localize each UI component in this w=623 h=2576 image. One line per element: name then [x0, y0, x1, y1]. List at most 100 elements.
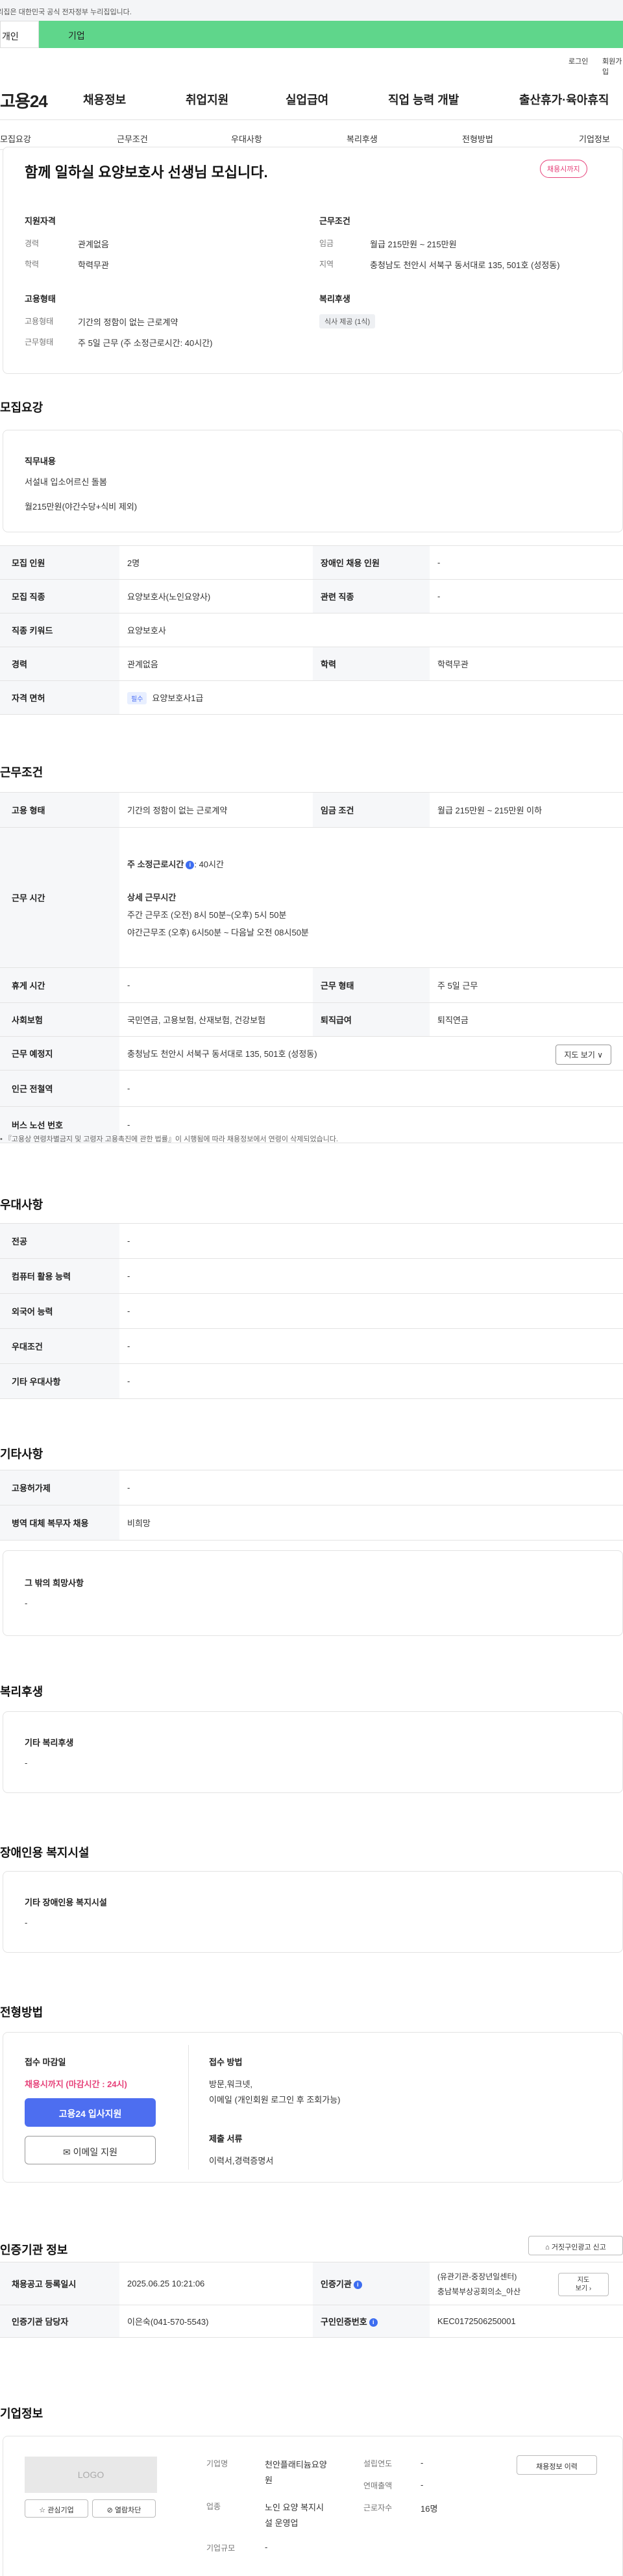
gov-banner: 이 누리집은 대한민국 공식 전자정부 누리집입니다. [0, 0, 623, 21]
report-icon: ⌂ [545, 2244, 552, 2251]
map-view-button[interactable]: 지도 보기 ∨ [556, 1045, 611, 1065]
table-row: 모집 직종 요양보호사(노인요양사) 관련 직종 - [0, 579, 623, 613]
interest-company-button[interactable]: ☆ 관심기업 [25, 2499, 88, 2518]
table-row: 직종 키워드 요양보호사 [0, 613, 623, 647]
wage-label: 임금 [319, 239, 334, 248]
subnav-label: 기업정보 [579, 134, 610, 144]
gnb-label: 채용정보 [83, 93, 127, 106]
deadline-badge: 채용시까지 [540, 160, 587, 178]
subnav-recruit[interactable]: 모집요강 [0, 132, 31, 145]
signup-link[interactable]: 회원가입 [602, 56, 623, 77]
agency-map-button[interactable]: 지도 보기 › [558, 2273, 609, 2296]
table-row: 고용허가제 - [0, 1470, 623, 1505]
region-label: 지역 [319, 260, 334, 269]
age-law-note: • 『고용상 연령차별금지 및 고령자 고용촉진에 관한 법률』이 시행됨에 따… [0, 1135, 338, 1143]
career-label: 경력 [25, 239, 40, 248]
site-logo[interactable]: 고용24 [0, 88, 48, 112]
login-link[interactable]: 로그인 [568, 56, 588, 66]
documents-value: 이력서,경력증명서 [209, 2156, 274, 2166]
subway-value: - [119, 1070, 623, 1107]
agency-map-label-1: 지도 [577, 2277, 590, 2284]
weekly-hours-label: 주 소정근로시간 [127, 859, 184, 869]
info-icon[interactable]: i [353, 2281, 362, 2290]
license-cell: 필수 요양보호사1급 [119, 680, 623, 715]
table-row: 자격 면허 필수 요양보호사1급 [0, 680, 623, 715]
wish-heading: 그 밖의 희망사항 [25, 1578, 84, 1588]
pref-etc-label: 기타 우대사항 [0, 1363, 119, 1399]
agency-map-label-2: 보기 [575, 2285, 588, 2292]
employment-type-value: 기간의 정함이 없는 근로계약 [78, 317, 178, 327]
table-row: 병역 대체 복무자 채용 비희망 [0, 1505, 623, 1541]
tab-personal[interactable]: 개인 [0, 21, 39, 48]
related-job-label: 관련 직종 [313, 579, 430, 613]
gnb-label: 실업급여 [286, 93, 329, 106]
cert-table: 채용공고 등록일시 2025.06.25 10:21:06 인증기관 i (유관기… [0, 2262, 623, 2338]
section-title-disabled-facility: 장애인용 복지시설 [0, 1846, 90, 1859]
gnb-item-unemployment-benefit[interactable]: 실업급여 [286, 91, 328, 108]
table-row: 인근 전철역 - [0, 1070, 623, 1107]
qualification-heading: 지원자격 [25, 216, 56, 226]
company-name-value-1: 천안플래티늄요양 [265, 2460, 327, 2470]
military-value: 비희망 [119, 1505, 623, 1541]
industry-value-1: 노인 요양 복지시 [265, 2503, 324, 2512]
table-row: 우대조건 - [0, 1328, 623, 1364]
table-row: 기타 우대사항 - [0, 1363, 623, 1399]
military-label: 병역 대체 복무자 채용 [0, 1505, 119, 1541]
report-fake-ad-button[interactable]: ⌂ 거짓구인광고 신고 [528, 2236, 623, 2255]
work-table: 고용 형태 기간의 정함이 없는 근로계약 임금 조건 월급 215만원 ~ 2… [0, 792, 623, 1143]
documents-heading: 제출 서류 [209, 2134, 243, 2144]
subnav-company[interactable]: 기업정보 [579, 132, 610, 145]
staff-value: 16명 [421, 2504, 438, 2514]
industry-label: 업종 [206, 2502, 221, 2511]
workplace-label: 근무 예정지 [0, 1036, 119, 1071]
reg-date-value: 2025.06.25 10:21:06 [119, 2262, 313, 2305]
tab-company[interactable]: 기업 [39, 21, 623, 48]
hiring-history-button[interactable]: 채용정보 이력 [517, 2455, 597, 2475]
wage-cond-label: 임금 조건 [313, 792, 430, 828]
subnav-welfare[interactable]: 복리후생 [347, 132, 378, 145]
subnav-label: 전형방법 [462, 134, 493, 144]
email-apply-button[interactable]: ✉ 이메일 지원 [25, 2136, 156, 2164]
language-value: - [119, 1293, 623, 1329]
block-view-button[interactable]: ⊘ 열람차단 [92, 2499, 156, 2518]
pref-cond-label: 우대조건 [0, 1328, 119, 1364]
mail-icon: ✉ [63, 2147, 73, 2157]
disabled-headcount-value: - [430, 545, 623, 580]
wish-card [3, 1550, 623, 1636]
staff-label: 근로자수 [363, 2503, 393, 2512]
conditions-heading: 근무조건 [319, 216, 350, 226]
section-title-work: 근무조건 [0, 766, 43, 779]
table-row: 고용 형태 기간의 정함이 없는 근로계약 임금 조건 월급 215만원 ~ 2… [0, 792, 623, 828]
disabled-headcount-label: 장애인 채용 인원 [313, 545, 430, 580]
career-value: 관계없음 [78, 240, 109, 249]
subnav-selection[interactable]: 전형방법 [462, 132, 493, 145]
gnb-item-skills-development[interactable]: 직업 능력 개발 [388, 91, 459, 108]
info-icon[interactable]: i [186, 860, 195, 869]
welfare-card [3, 1711, 623, 1793]
headcount-label: 모집 인원 [0, 545, 119, 580]
required-tag: 필수 [127, 691, 147, 704]
wage-cond-value: 월급 215만원 ~ 215만원 이하 [430, 792, 623, 828]
section-title-company: 기업정보 [0, 2407, 43, 2420]
education-row-value: 학력무관 [430, 647, 623, 681]
apply-button[interactable]: 고용24 입사지원 [25, 2098, 156, 2127]
table-row: 전공 - [0, 1223, 623, 1259]
disabled-facility-heading: 기타 장애인용 복지시설 [25, 1898, 107, 1907]
work-form-row-value: 주 5일 근무 [430, 967, 623, 1003]
language-label: 외국어 능력 [0, 1293, 119, 1329]
method-line-2: 이메일 (개인회원 로그인 후 조회가능) [209, 2095, 341, 2105]
pref-cond-value: - [119, 1328, 623, 1364]
table-row: 근무 예정지 충청남도 천안시 서북구 동서대로 135, 501호 (성정동)… [0, 1036, 623, 1071]
welfare-etc-heading: 기타 복리후생 [25, 1738, 74, 1748]
info-icon[interactable]: i [369, 2318, 378, 2327]
workplace-cell: 충청남도 천안시 서북구 동서대로 135, 501호 (성정동) 지도 보기 … [119, 1036, 623, 1071]
gnb-item-employment-support[interactable]: 취업지원 [186, 91, 228, 108]
table-row: 인증기관 담당자 이은숙(041-570-5543) 구인인증번호 i KEC01… [0, 2305, 623, 2338]
table-row: 채용공고 등록일시 2025.06.25 10:21:06 인증기관 i (유관기… [0, 2262, 623, 2305]
subnav-work[interactable]: 근무조건 [117, 132, 148, 145]
table-row: 컴퓨터 활용 능력 - [0, 1258, 623, 1294]
gnb-item-parental-leave[interactable]: 출산휴가·육아휴직 [519, 91, 609, 108]
subnav-pref[interactable]: 우대사항 [231, 132, 262, 145]
gnb-item-jobs[interactable]: 채용정보 [83, 91, 126, 108]
gov-banner-text: 이 누리집은 대한민국 공식 전자정부 누리집입니다. [0, 8, 132, 16]
